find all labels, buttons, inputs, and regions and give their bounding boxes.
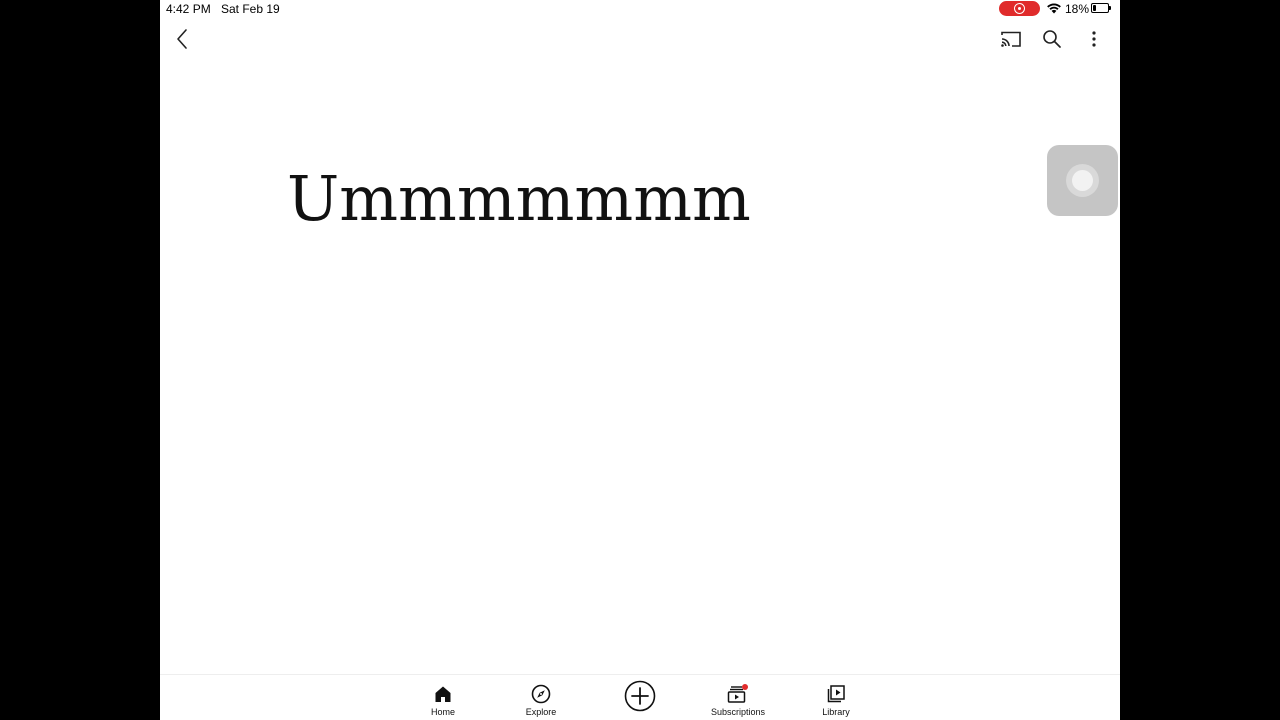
nav-explore-label: Explore (525, 707, 557, 717)
app-screen: 4:42 PM Sat Feb 19 18% Ummmmmmm Home Exp… (160, 0, 1120, 720)
screen-recording-indicator[interactable] (999, 1, 1040, 16)
status-date: Sat Feb 19 (221, 2, 280, 16)
library-icon (827, 685, 845, 703)
home-icon (435, 686, 451, 702)
nav-library-label: Library (822, 707, 850, 717)
nav-subscriptions-label: Subscriptions (710, 707, 766, 717)
compass-icon (531, 684, 551, 704)
battery-percent: 18% (1065, 2, 1090, 16)
assistive-touch-icon (1066, 164, 1099, 197)
subscriptions-icon (727, 684, 748, 703)
nav-create[interactable] (600, 680, 680, 714)
battery-icon (1091, 3, 1111, 13)
status-time: 4:42 PM (166, 2, 211, 16)
create-plus-icon (624, 680, 656, 712)
search-button[interactable] (1038, 25, 1066, 53)
post-title: Ummmmmmm (287, 162, 751, 235)
wifi-icon (1047, 3, 1061, 14)
bottom-navigation: Home Explore Subscriptions Library (160, 674, 1120, 720)
cast-button[interactable] (997, 25, 1025, 53)
nav-explore[interactable]: Explore (501, 683, 581, 717)
search-icon (1043, 30, 1061, 48)
back-button[interactable] (168, 25, 196, 53)
nav-library[interactable]: Library (796, 683, 876, 717)
more-vertical-icon (1092, 31, 1096, 47)
nav-home-label: Home (430, 707, 455, 717)
more-options-button[interactable] (1080, 25, 1108, 53)
cast-icon (1001, 31, 1021, 47)
record-icon (1014, 3, 1025, 14)
chevron-left-icon (177, 29, 187, 49)
nav-subscriptions[interactable]: Subscriptions (698, 683, 778, 717)
nav-home[interactable]: Home (403, 683, 483, 717)
status-bar: 4:42 PM Sat Feb 19 18% (160, 0, 1120, 18)
assistive-touch-button[interactable] (1047, 145, 1118, 216)
